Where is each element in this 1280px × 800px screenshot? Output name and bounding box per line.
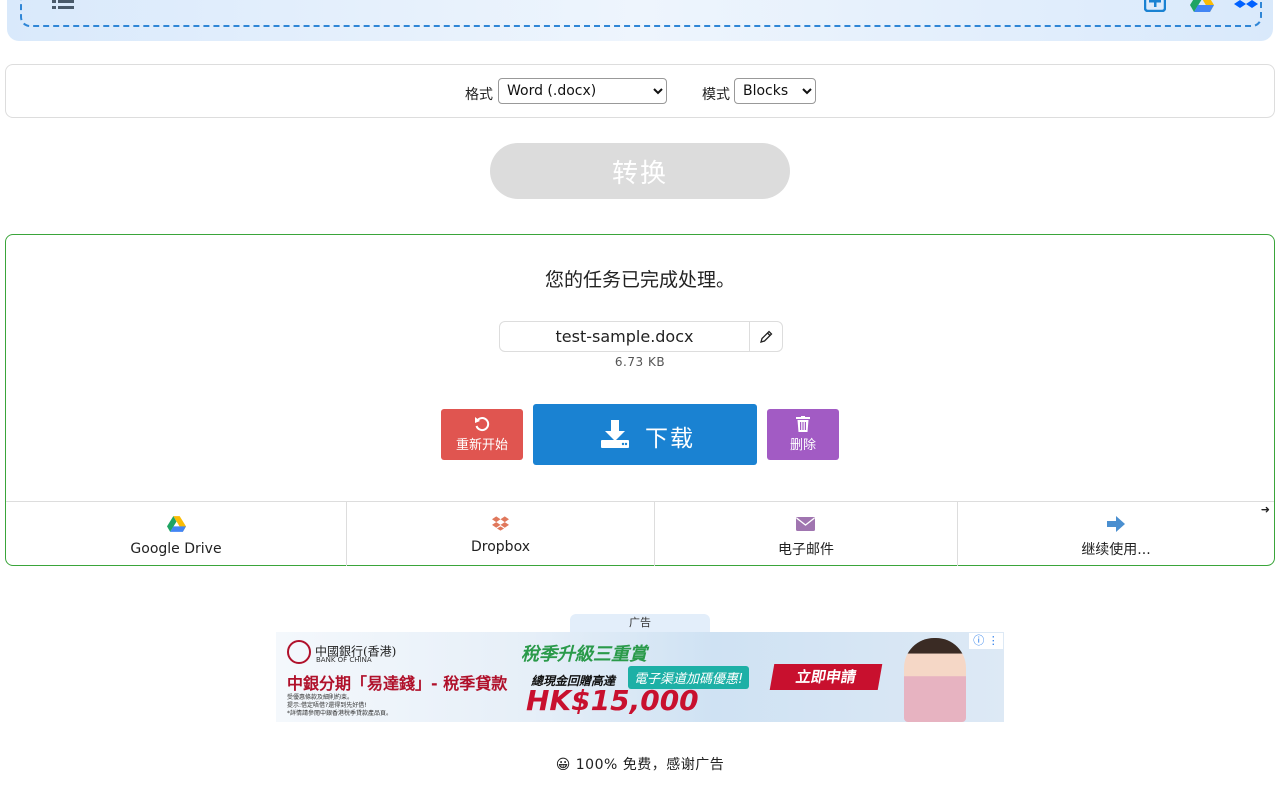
ad-brand-en: BANK OF CHINA: [316, 656, 372, 664]
google-drive-icon: [167, 516, 186, 532]
format-select[interactable]: Word (.docx): [498, 78, 667, 104]
ad-apply-button[interactable]: 立即申請: [769, 664, 883, 690]
restart-button[interactable]: 重新开始: [441, 409, 523, 460]
ad-fine-print: 受優惠條款及細則約束。 提示:借定唔借?還得到先好借! *詳情請參閱中銀香港稅季…: [287, 694, 393, 717]
dropbox-icon: [492, 516, 509, 531]
rename-button[interactable]: [750, 322, 782, 351]
email-label: 电子邮件: [778, 542, 834, 558]
download-label: 下载: [645, 426, 695, 452]
download-button[interactable]: 下载: [533, 404, 757, 465]
restart-label: 重新开始: [455, 438, 508, 453]
upload-area[interactable]: [7, 0, 1273, 41]
ad-tagline: 稅季升級三重賞: [521, 644, 647, 665]
result-panel: 您的任务已完成处理。 test-sample.docx 6.73 KB 重新开始…: [5, 234, 1275, 566]
completion-message: 您的任务已完成处理。: [544, 269, 735, 291]
convert-button[interactable]: 转换: [490, 143, 790, 199]
restart-icon: [475, 417, 490, 432]
dropbox-icon[interactable]: [1234, 0, 1258, 12]
file-name-box: test-sample.docx: [499, 321, 783, 352]
ad-headline: 中銀分期「易達錢」- 稅季貸款: [287, 674, 508, 693]
delete-label: 删除: [789, 438, 816, 453]
dropbox-label: Dropbox: [471, 539, 530, 555]
ad-amount: HK$15,000: [526, 684, 699, 717]
send-email[interactable]: 电子邮件: [655, 502, 958, 566]
format-label: 格式: [465, 87, 493, 103]
ad-model-image: [904, 638, 966, 722]
arrow-right-icon: [1107, 516, 1125, 532]
ad-label: 广告: [570, 614, 710, 632]
pencil-icon: [760, 330, 773, 343]
upload-dropzone[interactable]: [20, 0, 1262, 27]
continue-using[interactable]: 继续使用... ➜: [958, 502, 1274, 566]
file-size: 6.73 KB: [614, 355, 666, 369]
share-options: Google Drive Dropbox 电子邮件 继续使用... ➜: [6, 501, 1274, 566]
google-drive-label: Google Drive: [130, 541, 222, 557]
expand-arrow-icon[interactable]: ➜: [1261, 503, 1270, 516]
bank-seal-icon: [287, 640, 311, 664]
google-drive-icon[interactable]: [1190, 0, 1214, 12]
envelope-icon: [796, 517, 815, 531]
free-note: 😀 100% 免费，感谢广告: [555, 757, 725, 773]
continue-label: 继续使用...: [1081, 542, 1151, 558]
list-icon[interactable]: [52, 0, 74, 10]
save-to-google-drive[interactable]: Google Drive: [6, 502, 347, 566]
advertisement-banner[interactable]: 中國銀行(香港) BANK OF CHINA 稅季升級三重賞 中銀分期「易達錢」…: [276, 632, 1004, 722]
mode-label: 模式: [702, 87, 730, 103]
mode-select[interactable]: Blocks: [734, 78, 816, 104]
save-to-dropbox[interactable]: Dropbox: [347, 502, 655, 566]
file-name: test-sample.docx: [500, 322, 750, 351]
conversion-options: 格式 Word (.docx) 模式 Blocks: [5, 64, 1275, 118]
download-icon: [601, 420, 629, 448]
delete-button[interactable]: 删除: [767, 409, 839, 460]
add-file-icon[interactable]: [1144, 0, 1166, 12]
ad-info-icon[interactable]: ⓘ ⋮: [969, 633, 1003, 649]
trash-icon: [796, 416, 810, 432]
